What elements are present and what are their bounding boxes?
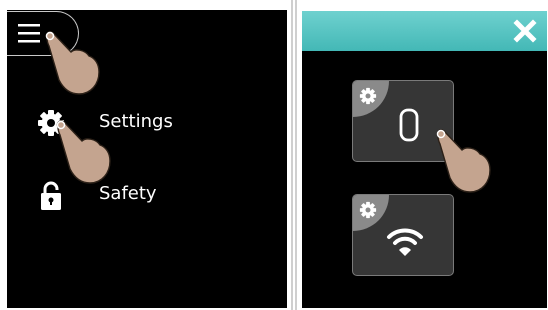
panel-divider — [295, 0, 297, 310]
hamburger-menu-icon — [18, 24, 40, 43]
pointing-hand-icon — [436, 129, 491, 193]
wifi-icon — [387, 228, 423, 256]
title-bar — [302, 11, 547, 51]
gear-icon — [359, 201, 377, 219]
panel-divider — [291, 0, 293, 310]
pointing-hand-icon — [56, 120, 111, 184]
watch-strap-icon — [399, 108, 419, 142]
settings-screen — [302, 11, 547, 308]
tile-badge — [353, 81, 389, 117]
close-icon[interactable] — [513, 19, 537, 43]
tile-badge — [353, 195, 389, 231]
pointing-hand-icon — [45, 31, 100, 95]
wifi-settings-tile[interactable] — [352, 194, 454, 276]
gear-icon — [359, 87, 377, 105]
main-menu-screen: Settings Safety — [7, 10, 287, 308]
